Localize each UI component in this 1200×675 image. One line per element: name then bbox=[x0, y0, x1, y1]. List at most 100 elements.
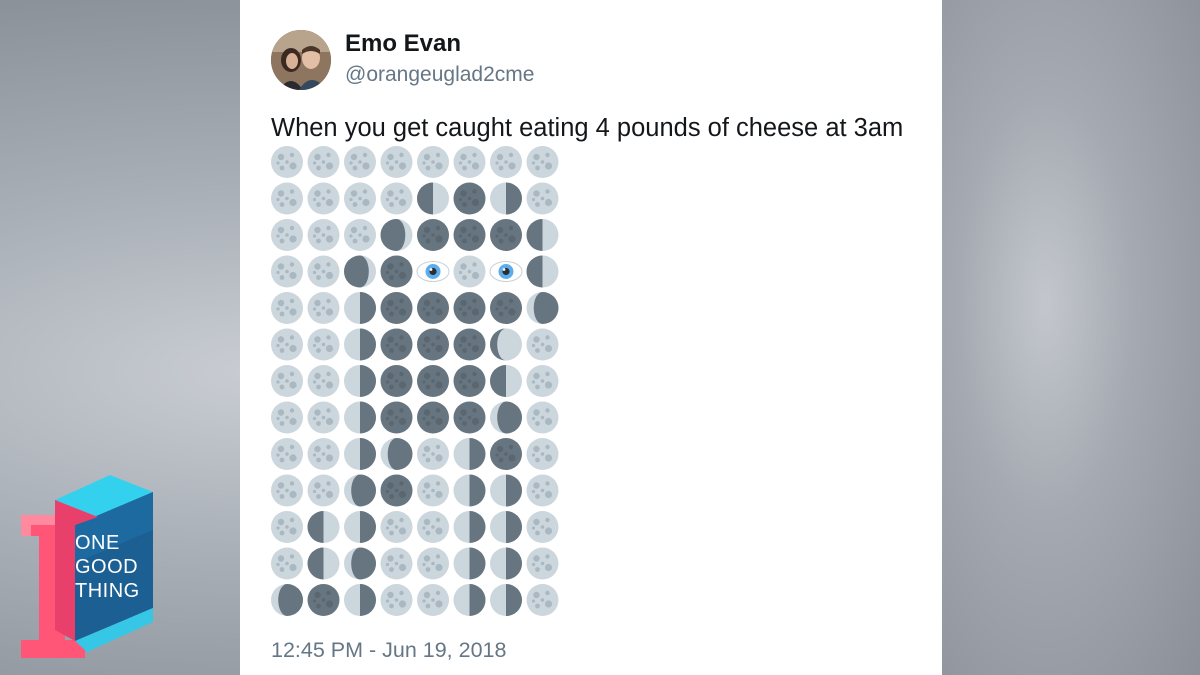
new-moon-emoji bbox=[453, 365, 486, 397]
full-moon-emoji bbox=[307, 255, 340, 288]
full-moon-emoji bbox=[307, 292, 340, 324]
last-quarter-emoji bbox=[453, 438, 486, 470]
first-quarter-emoji bbox=[307, 511, 340, 543]
full-moon-emoji bbox=[271, 401, 303, 434]
full-moon-emoji bbox=[417, 438, 449, 470]
logo-text: ONE GOOD THING bbox=[75, 531, 165, 603]
first-quarter-emoji bbox=[490, 365, 522, 397]
full-moon-emoji bbox=[271, 255, 303, 288]
full-moon-emoji bbox=[307, 474, 340, 507]
new-moon-emoji bbox=[453, 219, 486, 251]
new-moon-emoji bbox=[490, 292, 522, 324]
full-moon-emoji bbox=[307, 401, 340, 434]
full-moon-emoji bbox=[526, 511, 559, 543]
waxing-crescent-emoji bbox=[344, 255, 376, 288]
full-moon-emoji bbox=[271, 328, 303, 361]
waxing-gibbous-emoji bbox=[490, 328, 522, 361]
full-moon-emoji bbox=[526, 401, 559, 434]
last-quarter-emoji bbox=[344, 401, 376, 434]
full-moon-emoji bbox=[380, 146, 413, 178]
full-moon-emoji bbox=[453, 146, 486, 178]
full-moon-emoji bbox=[344, 182, 376, 215]
full-moon-emoji bbox=[526, 547, 559, 580]
full-moon-emoji bbox=[271, 365, 303, 397]
full-moon-emoji bbox=[417, 547, 449, 580]
full-moon-emoji bbox=[380, 511, 413, 543]
full-moon-emoji bbox=[307, 146, 340, 178]
tweet-card: Emo Evan @orangeuglad2cme When you get c… bbox=[240, 0, 942, 675]
full-moon-emoji bbox=[344, 146, 376, 178]
last-quarter-emoji bbox=[490, 547, 522, 580]
waning-crescent-emoji bbox=[380, 438, 413, 470]
last-quarter-emoji bbox=[344, 511, 376, 543]
new-moon-emoji bbox=[380, 365, 413, 397]
avatar-photo bbox=[271, 30, 331, 90]
waning-crescent-emoji bbox=[344, 474, 376, 507]
last-quarter-emoji bbox=[344, 584, 376, 616]
waning-crescent-emoji bbox=[271, 584, 303, 616]
first-quarter-emoji bbox=[526, 255, 559, 288]
waning-crescent-emoji bbox=[490, 401, 522, 434]
full-moon-emoji bbox=[307, 328, 340, 361]
last-quarter-emoji bbox=[490, 182, 522, 215]
last-quarter-emoji bbox=[453, 511, 486, 543]
full-moon-emoji bbox=[271, 547, 303, 580]
full-moon-emoji bbox=[307, 438, 340, 470]
full-moon-emoji bbox=[271, 292, 303, 324]
new-moon-emoji bbox=[453, 328, 486, 361]
full-moon-emoji bbox=[307, 182, 340, 215]
full-moon-emoji bbox=[526, 584, 559, 616]
full-moon-emoji bbox=[526, 365, 559, 397]
full-moon-emoji bbox=[271, 511, 303, 543]
new-moon-emoji bbox=[380, 474, 413, 507]
new-moon-emoji bbox=[453, 401, 486, 434]
last-quarter-emoji bbox=[344, 365, 376, 397]
full-moon-emoji bbox=[526, 474, 559, 507]
full-moon-emoji bbox=[526, 438, 559, 470]
last-quarter-emoji bbox=[453, 547, 486, 580]
new-moon-emoji bbox=[417, 401, 449, 434]
tweet-timestamp[interactable]: 12:45 PM - Jun 19, 2018 bbox=[271, 638, 506, 663]
full-moon-emoji bbox=[380, 547, 413, 580]
last-quarter-emoji bbox=[490, 474, 522, 507]
background-right bbox=[942, 0, 1200, 675]
full-moon-emoji bbox=[271, 438, 303, 470]
full-moon-emoji bbox=[417, 511, 449, 543]
last-quarter-emoji bbox=[453, 584, 486, 616]
author-name[interactable]: Emo Evan bbox=[345, 30, 461, 58]
new-moon-emoji bbox=[417, 219, 449, 251]
new-moon-emoji bbox=[490, 438, 522, 470]
waxing-crescent-emoji bbox=[380, 219, 413, 251]
new-moon-emoji bbox=[307, 584, 340, 616]
author-handle[interactable]: @orangeuglad2cme bbox=[345, 63, 534, 87]
tweet-text: When you get caught eating 4 pounds of c… bbox=[271, 114, 904, 142]
new-moon-emoji bbox=[380, 328, 413, 361]
full-moon-emoji bbox=[380, 182, 413, 215]
emoji-grid bbox=[271, 145, 566, 630]
full-moon-emoji bbox=[417, 474, 449, 507]
new-moon-emoji bbox=[453, 292, 486, 324]
logo-line-good: GOOD bbox=[75, 556, 139, 578]
last-quarter-emoji bbox=[490, 584, 522, 616]
new-moon-emoji bbox=[417, 292, 449, 324]
full-moon-emoji bbox=[526, 182, 559, 215]
new-moon-emoji bbox=[417, 365, 449, 397]
new-moon-emoji bbox=[380, 292, 413, 324]
avatar[interactable] bbox=[271, 30, 331, 90]
full-moon-emoji bbox=[490, 146, 522, 178]
new-moon-emoji bbox=[490, 219, 522, 251]
full-moon-emoji bbox=[526, 146, 559, 178]
new-moon-emoji bbox=[380, 255, 413, 288]
full-moon-emoji bbox=[271, 474, 303, 507]
waning-crescent-emoji bbox=[344, 547, 376, 580]
new-moon-emoji bbox=[453, 182, 486, 215]
full-moon-emoji bbox=[271, 182, 303, 215]
full-moon-emoji bbox=[344, 219, 376, 251]
full-moon-emoji bbox=[453, 255, 486, 288]
full-moon-emoji bbox=[271, 146, 303, 178]
logo-line-thing: THING bbox=[75, 580, 140, 602]
logo-line-one: ONE bbox=[75, 532, 120, 554]
last-quarter-emoji bbox=[344, 328, 376, 361]
eye-emoji bbox=[489, 261, 523, 282]
new-moon-emoji bbox=[380, 401, 413, 434]
